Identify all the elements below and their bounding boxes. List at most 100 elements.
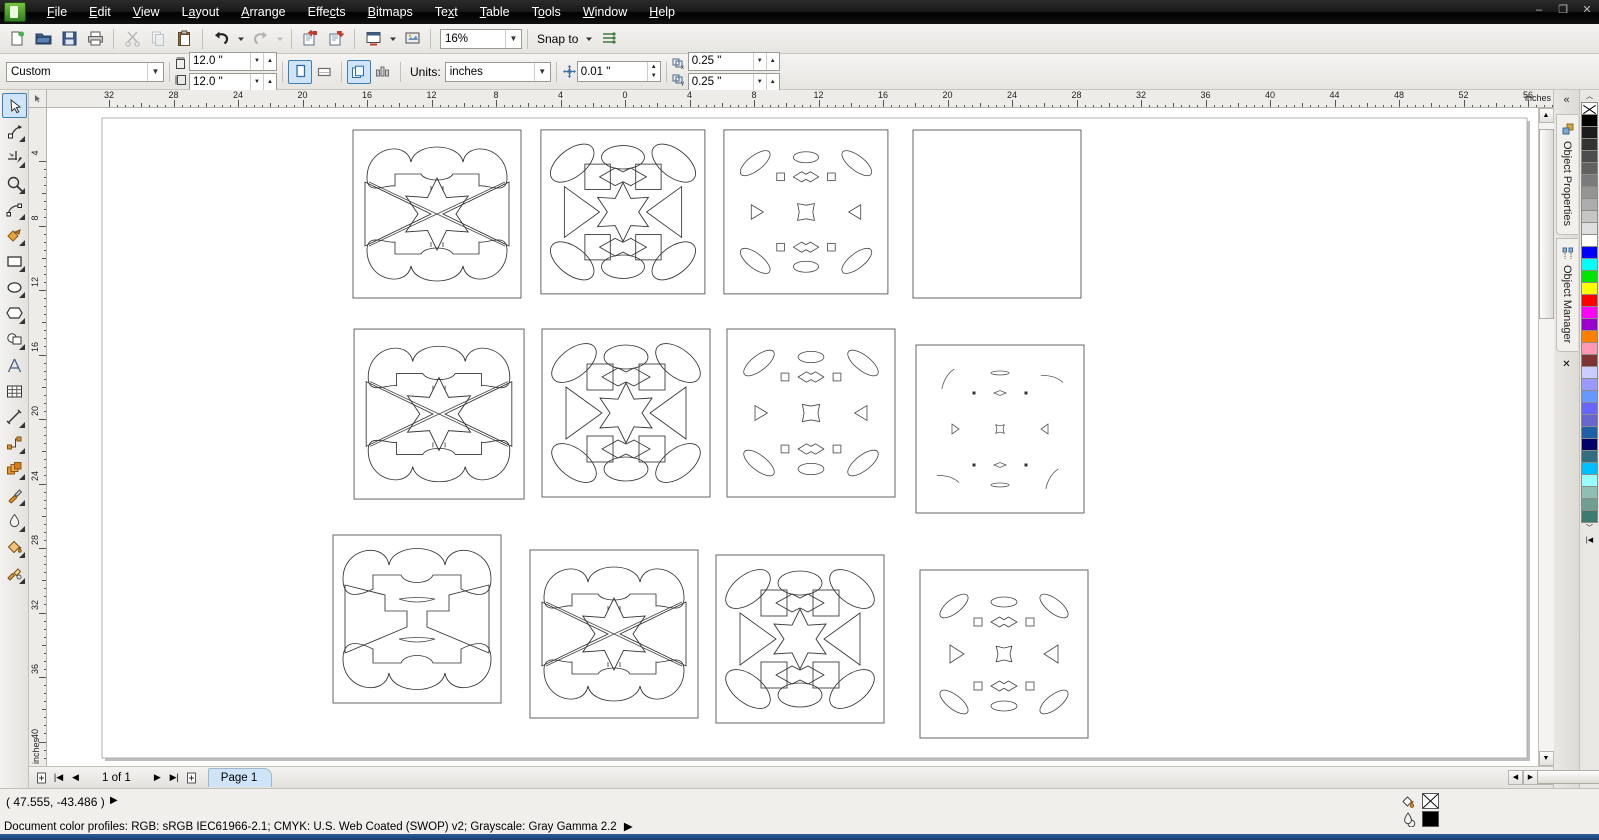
tool-flyout-arrow-icon[interactable] — [18, 344, 25, 350]
undo-button[interactable] — [209, 27, 233, 51]
collapse-dockers-button[interactable]: « — [1563, 94, 1569, 106]
shape-tool[interactable] — [2, 119, 27, 144]
vscroll-thumb[interactable] — [1538, 129, 1554, 319]
crop-tool[interactable] — [2, 145, 27, 170]
print-button[interactable] — [83, 27, 107, 51]
outline-color-swatch[interactable] — [1422, 811, 1439, 827]
palette-scroll-down-button[interactable]: ﹀ — [1581, 522, 1599, 534]
duplicate-x-field[interactable]: 0.25 " ▼ ▲ — [687, 51, 780, 71]
blend-tool[interactable] — [2, 457, 27, 482]
redo-dropdown-button[interactable] — [274, 27, 285, 51]
scroll-right-button[interactable]: ▶ — [1523, 769, 1538, 785]
rectangle-tool[interactable] — [2, 249, 27, 274]
units-combo[interactable]: inches ▼ — [444, 61, 551, 82]
close-docker-button[interactable]: ✕ — [1562, 359, 1570, 370]
undo-dropdown-button[interactable] — [235, 27, 246, 51]
color-profiles-expand-button[interactable]: ▶ — [624, 821, 633, 833]
page-width-spinner[interactable]: ▼ — [250, 52, 263, 70]
palette-scroll-end-button[interactable]: |◀ — [1581, 534, 1599, 546]
tool-flyout-arrow-icon[interactable] — [18, 318, 25, 324]
cut-button[interactable] — [120, 27, 144, 51]
palette-swatch-none[interactable] — [1581, 102, 1598, 115]
previous-page-button[interactable]: ◀ — [67, 769, 84, 786]
duplicate-y-field[interactable]: 0.25 " ▼ ▲ — [687, 72, 780, 92]
save-document-button[interactable] — [57, 27, 81, 51]
corel-online-button[interactable] — [400, 27, 424, 51]
freehand-tool[interactable] — [2, 197, 27, 222]
tool-flyout-arrow-icon[interactable] — [18, 422, 25, 428]
application-launcher-button[interactable] — [361, 27, 385, 51]
fill-tool[interactable] — [2, 535, 27, 560]
options-icon[interactable] — [597, 27, 621, 51]
text-tool[interactable] — [2, 353, 27, 378]
menu-item-arrange[interactable]: Arrange — [230, 2, 296, 22]
import-button[interactable] — [298, 27, 322, 51]
duplicate-x-stepper[interactable]: ▲ — [765, 52, 779, 70]
tool-flyout-arrow-icon[interactable] — [18, 266, 25, 272]
paste-button[interactable] — [172, 27, 196, 51]
fill-color-swatch[interactable] — [1422, 793, 1439, 809]
paper-type-combo[interactable]: Custom ▼ — [6, 61, 164, 82]
tool-flyout-arrow-icon[interactable] — [18, 240, 25, 246]
tool-flyout-arrow-icon[interactable] — [18, 448, 25, 454]
portrait-orientation-button[interactable] — [288, 59, 312, 84]
palette-scroll-up-button[interactable]: ︿ — [1581, 90, 1599, 102]
tool-flyout-arrow-icon[interactable] — [18, 552, 25, 558]
scroll-down-button[interactable]: ▼ — [1538, 751, 1554, 766]
menu-item-effects[interactable]: Effects — [297, 2, 357, 22]
coordinates-expand-button[interactable]: ▶ — [110, 795, 118, 806]
application-launcher-dropdown[interactable] — [387, 27, 398, 51]
docker-tab-object-properties[interactable]: Object Properties — [1555, 114, 1578, 235]
tool-flyout-arrow-icon[interactable] — [18, 188, 25, 194]
tool-flyout-arrow-icon[interactable] — [18, 526, 25, 532]
page-width-stepper[interactable]: ▲ — [263, 52, 276, 70]
outline-tool[interactable] — [2, 509, 27, 534]
horizontal-ruler[interactable]: 32 28 24 20 16 12 8 4 0 4 8 12 16 20 24 28 32 36 40 44 48 52 5… — [47, 90, 1553, 108]
tool-flyout-arrow-icon[interactable] — [18, 578, 25, 584]
first-page-button[interactable]: |◀ — [50, 769, 67, 786]
redo-button[interactable] — [248, 27, 272, 51]
outline-indicator-row[interactable] — [1400, 811, 1439, 827]
current-page-button[interactable] — [371, 60, 395, 84]
vertical-ruler[interactable]: 4 8 12 16 20 24 28 32 36 40 inches — [29, 108, 47, 766]
menu-item-file[interactable]: File — [36, 2, 78, 22]
snap-to-dropdown[interactable] — [583, 27, 595, 51]
table-tool[interactable] — [2, 379, 27, 404]
tool-flyout-arrow-icon[interactable] — [18, 136, 25, 142]
page-height-field[interactable]: 12.0 " ▼ ▲ — [189, 72, 277, 92]
page-tab-page-1[interactable]: Page 1 — [207, 768, 273, 787]
copy-button[interactable] — [146, 27, 170, 51]
ruler-corner-button[interactable] — [29, 90, 47, 108]
zoom-tool[interactable] — [2, 171, 27, 196]
restore-button[interactable]: ❐ — [1555, 3, 1571, 16]
interactive-fill-tool[interactable] — [2, 561, 27, 586]
ellipse-tool[interactable] — [2, 275, 27, 300]
fill-indicator-row[interactable] — [1400, 793, 1439, 809]
dimension-tool[interactable] — [2, 405, 27, 430]
menu-item-layout[interactable]: Layout — [171, 2, 231, 22]
all-pages-button[interactable] — [347, 59, 371, 84]
duplicate-y-stepper[interactable]: ▲ — [765, 73, 779, 91]
menu-item-window[interactable]: Window — [572, 2, 638, 22]
vertical-scrollbar[interactable]: ▲ ▼ — [1538, 108, 1554, 766]
scroll-left-button[interactable]: ◀ — [1508, 769, 1523, 785]
menu-item-text[interactable]: Text — [424, 2, 469, 22]
menu-item-edit[interactable]: Edit — [78, 2, 122, 22]
duplicate-y-spinner[interactable]: ▼ — [752, 73, 766, 91]
page-height-spinner[interactable]: ▼ — [250, 73, 263, 91]
vscroll-track[interactable] — [1538, 123, 1554, 751]
next-page-button[interactable]: ▶ — [149, 769, 166, 786]
page-height-stepper[interactable]: ▲ — [263, 73, 276, 91]
pick-tool[interactable] — [1, 93, 27, 118]
tool-flyout-arrow-icon[interactable] — [18, 292, 25, 298]
page-width-field[interactable]: 12.0 " ▼ ▲ — [189, 51, 277, 71]
drawing-canvas[interactable] — [47, 108, 1538, 766]
tool-flyout-arrow-icon[interactable] — [18, 500, 25, 506]
menu-item-bitmaps[interactable]: Bitmaps — [357, 2, 424, 22]
chevron-down-icon[interactable]: ▼ — [147, 62, 163, 81]
open-document-button[interactable] — [31, 27, 55, 51]
nudge-offset-field[interactable]: 0.01 " ▲ ▼ — [576, 61, 661, 82]
tool-flyout-arrow-icon[interactable] — [18, 474, 25, 480]
tool-flyout-arrow-icon[interactable] — [18, 214, 25, 220]
polygon-tool[interactable] — [2, 301, 27, 326]
